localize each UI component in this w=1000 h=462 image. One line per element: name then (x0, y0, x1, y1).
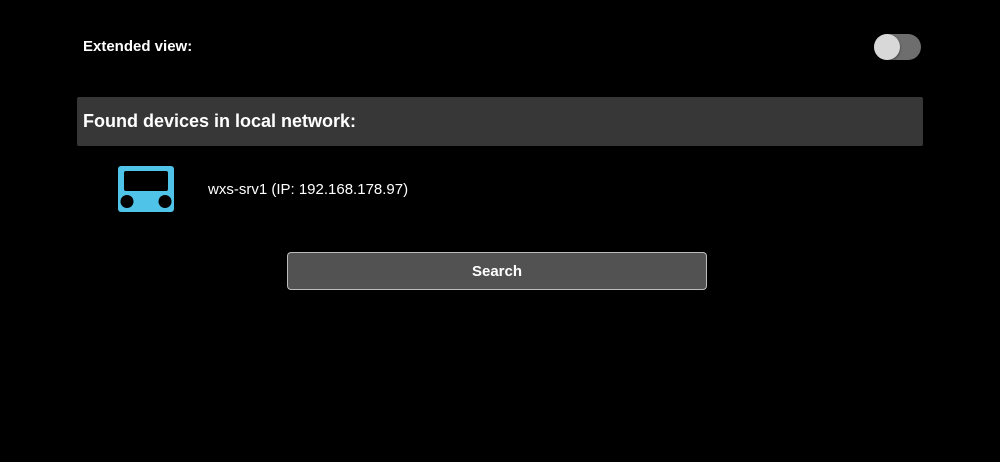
device-label: wxs-srv1 (IP: 192.168.178.97) (208, 181, 409, 198)
device-list-item[interactable]: wxs-srv1 (IP: 192.168.178.97) (77, 160, 923, 220)
extended-view-row: Extended view: (83, 30, 921, 64)
extended-view-label: Extended view: (83, 38, 193, 55)
section-title: Found devices in local network: (83, 111, 357, 131)
device-discovery-screen: Extended view: Found devices in local ne… (0, 0, 1000, 462)
toggle-knob (874, 34, 900, 60)
extended-view-toggle[interactable] (874, 34, 921, 60)
device-icon (118, 166, 174, 212)
search-button[interactable]: Search (287, 252, 707, 290)
found-devices-header: Found devices in local network: (77, 97, 923, 146)
